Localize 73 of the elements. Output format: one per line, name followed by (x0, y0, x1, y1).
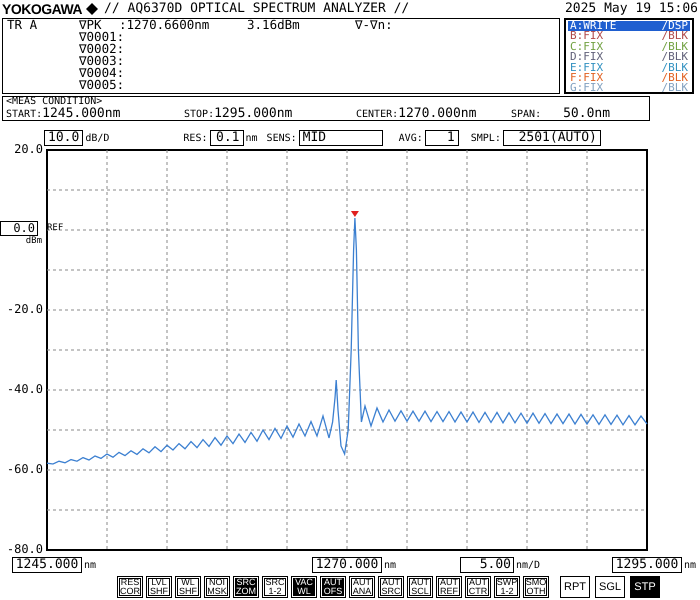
soft-key[interactable]: VAC WL (291, 576, 317, 598)
trace-item[interactable]: D:FIX /BLK (568, 52, 690, 63)
setting-field[interactable]: 0.1 (210, 130, 244, 146)
soft-key[interactable]: SRC ZOM (233, 576, 259, 598)
soft-key[interactable]: SRC 1-2 (262, 576, 288, 598)
y-tick-label: -20.0 (6, 302, 43, 316)
trace-item[interactable]: B:FIX /BLK (568, 31, 690, 42)
y-tick-label: -80.0 (6, 542, 43, 556)
soft-key[interactable]: SWP 1-2 (494, 576, 520, 598)
marker-label: ∇0004: (79, 67, 119, 79)
window-title: // AQ6370D OPTICAL SPECTRUM ANALYZER // (104, 1, 410, 16)
soft-key[interactable]: RES COR (117, 576, 143, 598)
x-axis-unit: nm (684, 560, 696, 570)
x-scale-unit: nm/D (516, 560, 540, 570)
condition-label: SPAN: (511, 108, 542, 121)
soft-key[interactable]: AUT REF (436, 576, 462, 598)
x-axis-unit: nm (384, 560, 396, 570)
setting-field[interactable]: 1 (424, 130, 459, 146)
y-tick-label: -60.0 (6, 462, 43, 476)
meas-condition-title: <MEAS CONDITION> (6, 97, 104, 107)
setting-unit: nm (246, 132, 258, 144)
setting-label: SMPL: (470, 132, 501, 144)
condition-value: 1270.000nm (398, 107, 476, 120)
soft-key[interactable]: LVL SHF (146, 576, 172, 598)
condition-value: 1245.000nm (42, 107, 120, 120)
x-tick-label[interactable]: 1295.000 (612, 557, 682, 573)
y-tick-label: -40.0 (6, 382, 43, 396)
setting-field[interactable]: MID (298, 130, 383, 146)
ref-unit: dBm (24, 236, 42, 246)
soft-key[interactable]: AUT SCL (407, 576, 433, 598)
x-scale-field[interactable]: 5.00 (460, 557, 514, 573)
condition-label: START: (6, 108, 42, 121)
condition-label: CENTER: (356, 108, 398, 121)
setting-field[interactable]: 2501(AUTO) (502, 130, 601, 146)
marker-label: ∇0005: (79, 79, 119, 91)
ref-level-field[interactable]: 0.0 (0, 221, 38, 236)
soft-key[interactable]: AUT SRC (378, 576, 404, 598)
x-tick-label[interactable]: 1245.000 (12, 557, 82, 573)
setting-label: SENS: (266, 132, 297, 144)
soft-key[interactable]: AUT OFS (320, 576, 346, 598)
soft-key[interactable]: SMO OTH (523, 576, 549, 598)
sweep-button[interactable]: SGL (595, 576, 625, 598)
diamond-icon (86, 2, 98, 14)
sweep-button[interactable]: STP (630, 576, 660, 598)
soft-key[interactable]: NOI MSK (204, 576, 230, 598)
date-time: 2025 May 19 15:06 (564, 1, 698, 16)
marker-label: ∇0003: (79, 55, 119, 67)
setting-field[interactable]: 10.0 (44, 130, 84, 146)
condition-label: STOP: (184, 108, 214, 121)
marker-label: ∇0001: (79, 31, 119, 43)
x-axis-unit: nm (84, 560, 96, 570)
soft-key[interactable]: WL SHF (175, 576, 201, 598)
sweep-button[interactable]: RPT (560, 576, 590, 598)
marker-label: ∇PK (79, 19, 102, 31)
setting-unit: dB/D (85, 132, 110, 144)
soft-key[interactable]: AUT CTR (465, 576, 491, 598)
brand-logo: YOKOGAWA (2, 0, 82, 16)
condition-value: 50.0nm (563, 107, 610, 120)
y-tick-label: 20.0 (14, 142, 43, 156)
peak-marker-icon (350, 211, 359, 217)
trace-item[interactable]: E:FIX /BLK (568, 62, 690, 74)
delta-marker-label: ∇-∇n: (355, 19, 393, 31)
trace-item[interactable]: F:FIX /BLK (568, 73, 690, 84)
x-tick-label[interactable]: 1270.000 (312, 557, 382, 573)
marker-label: ∇0002: (79, 43, 119, 55)
soft-key[interactable]: AUT ANA (349, 576, 375, 598)
marker-power: 3.16dBm (247, 19, 301, 31)
trace-label: TR A (7, 17, 38, 32)
trace-item[interactable]: A:WRITE /DSP (568, 21, 690, 32)
setting-label: AVG: (398, 132, 423, 144)
setting-label: RES: (183, 132, 208, 144)
marker-wavelength: :1270.6600nm (119, 19, 210, 31)
condition-value: 1295.000nm (214, 107, 292, 120)
